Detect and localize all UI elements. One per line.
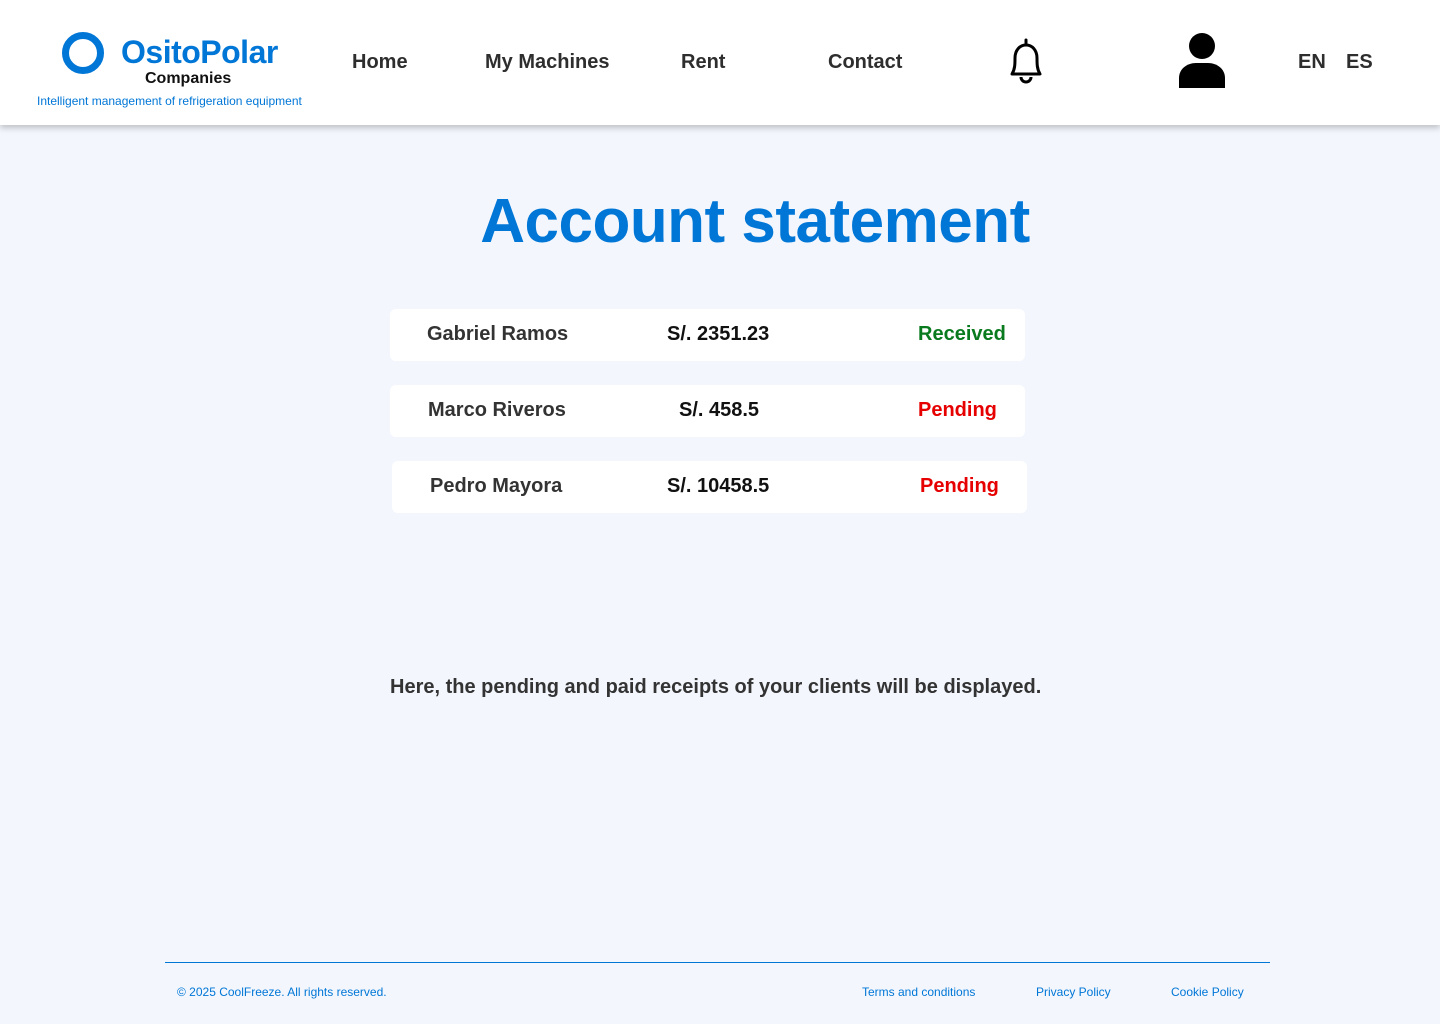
brand-name[interactable]: OsitoPolar <box>121 34 278 71</box>
footer-divider <box>165 962 1270 963</box>
nav-home-link[interactable]: Home <box>352 51 408 74</box>
client-name: Pedro Mayora <box>430 475 563 497</box>
statement-row[interactable]: Gabriel Ramos S/. 2351.23 Received <box>390 309 1025 361</box>
status-pending: Pending <box>918 399 997 421</box>
brand-subtitle: Companies <box>145 70 232 87</box>
page-title: Account statement <box>480 187 1030 256</box>
status-pending: Pending <box>920 475 999 497</box>
statement-row[interactable]: Pedro Mayora S/. 10458.5 Pending <box>392 461 1027 513</box>
client-name: Gabriel Ramos <box>427 323 569 345</box>
lang-es-button[interactable]: ES <box>1346 51 1373 74</box>
cookie-policy-link[interactable]: Cookie Policy <box>1171 985 1244 999</box>
user-profile-icon[interactable] <box>1178 32 1226 90</box>
nav-rent-link[interactable]: Rent <box>681 51 725 74</box>
privacy-policy-link[interactable]: Privacy Policy <box>1036 985 1111 999</box>
copyright-text: © 2025 CoolFreeze. All rights reserved. <box>177 985 387 999</box>
nav-contact-link[interactable]: Contact <box>828 51 902 74</box>
info-message: Here, the pending and paid receipts of y… <box>390 676 1042 698</box>
top-navbar: OsitoPolar Companies Intelligent managem… <box>0 0 1440 125</box>
logo-ring-icon <box>62 32 104 74</box>
terms-link[interactable]: Terms and conditions <box>862 985 975 999</box>
bell-icon[interactable] <box>1004 36 1048 86</box>
nav-my-machines-link[interactable]: My Machines <box>485 51 609 74</box>
status-received: Received <box>918 323 1006 345</box>
amount: S/. 458.5 <box>679 399 760 421</box>
amount: S/. 10458.5 <box>667 475 770 497</box>
statement-row[interactable]: Marco Riveros S/. 458.5 Pending <box>390 385 1025 437</box>
client-name: Marco Riveros <box>428 399 566 421</box>
brand-tagline: Intelligent management of refrigeration … <box>37 94 302 108</box>
amount: S/. 2351.23 <box>667 323 770 345</box>
lang-en-button[interactable]: EN <box>1298 51 1326 74</box>
